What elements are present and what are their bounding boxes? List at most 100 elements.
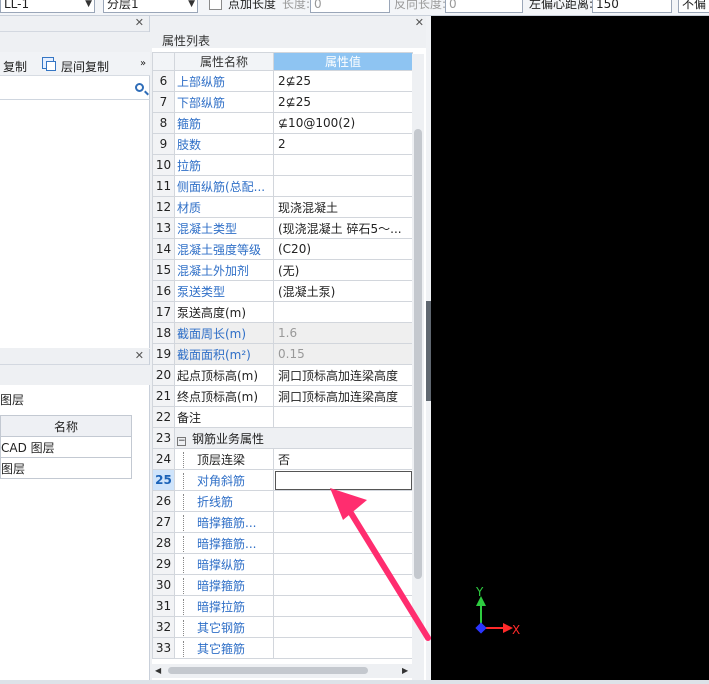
property-name: 起点顶标高(m) (174, 364, 274, 386)
layer-name-header: 名称 (0, 415, 132, 437)
scroll-thumb[interactable] (168, 667, 368, 674)
layer-select[interactable]: 分层1 ▼ (103, 0, 198, 13)
left-offset-label: 左偏心距离: (529, 0, 594, 11)
copy-button[interactable]: 复制 (3, 58, 27, 75)
row-number: 24 (152, 448, 175, 470)
property-panel: 属性列表 ✕ 属性名称 属性值 6 上部纵筋 2⊈25 7 下部纵筋 2⊈25 8 箍筋 ⊈… (152, 16, 430, 684)
element-select[interactable]: LL-1 ▼ (0, 0, 95, 13)
property-name-text: 暗撑箍筋 (197, 578, 246, 593)
scroll-right-icon[interactable]: ▶ (402, 666, 408, 675)
x-axis-label: X (512, 623, 520, 637)
property-value[interactable]: 2 (273, 133, 413, 155)
row-number: 13 (152, 217, 175, 239)
row-number: 17 (152, 301, 175, 323)
floor-copy-icon (42, 57, 56, 71)
property-name: 混凝土类型 (174, 217, 274, 239)
property-panel-header: 属性列表 ✕ (152, 16, 430, 48)
property-name-text: 暗撑拉筋 (197, 599, 246, 614)
property-value[interactable]: 洞口顶标高加连梁高度 (273, 385, 413, 407)
row-number-header (152, 52, 175, 71)
search-icon[interactable] (135, 83, 144, 92)
layer-panel-subheader (0, 365, 150, 385)
row-number: 9 (152, 133, 175, 155)
property-group-label: 钢筋业务属性 (192, 431, 265, 446)
layer-section-label: 图层 (0, 393, 25, 407)
property-name: 其它箍筋 (174, 637, 274, 659)
property-value[interactable]: 洞口顶标高加连梁高度 (273, 364, 413, 386)
close-icon[interactable]: ✕ (415, 16, 424, 29)
row-number-selected: 25 (152, 469, 175, 491)
property-value[interactable]: (混凝土泵) (273, 280, 413, 302)
property-name: 暗撑箍筋... (174, 511, 274, 533)
property-value[interactable]: 现浇混凝土 (273, 196, 413, 218)
property-name: 泵送类型 (174, 280, 274, 302)
row-number: 6 (152, 70, 175, 92)
property-name-text: 折线筋 (197, 494, 234, 509)
property-value[interactable] (273, 553, 413, 575)
reverse-length-label: 反向长度: (394, 0, 447, 11)
row-number: 28 (152, 532, 175, 554)
property-value[interactable] (273, 532, 413, 554)
property-value[interactable]: (现浇混凝土 碎石5～... (273, 217, 413, 239)
property-value[interactable] (273, 154, 413, 176)
add-length-checkbox[interactable] (209, 0, 222, 10)
property-value[interactable] (273, 301, 413, 323)
property-value[interactable]: (C20) (273, 238, 413, 260)
property-group-toggle[interactable]: − 钢筋业务属性 (174, 427, 413, 449)
row-number: 7 (152, 91, 175, 113)
row-number: 10 (152, 154, 175, 176)
property-value[interactable] (273, 574, 413, 596)
floor-copy-button[interactable]: 层间复制 (61, 58, 109, 75)
property-name: 下部纵筋 (174, 91, 274, 113)
row-number: 22 (152, 406, 175, 428)
toolbar: LL-1 ▼ 分层1 ▼ 点加长度 长度: 0 反向长度: 0 左偏心距离: 1… (0, 0, 709, 16)
scroll-left-icon[interactable]: ◀ (155, 666, 161, 675)
vertical-scrollbar[interactable] (412, 54, 424, 682)
chevron-down-icon: ▼ (188, 0, 195, 9)
copy-toolbar: 复制 层间复制 » (0, 52, 150, 76)
property-value[interactable] (273, 595, 413, 617)
property-value[interactable] (273, 511, 413, 533)
property-name: 材质 (174, 196, 274, 218)
property-name: 顶层连梁 (174, 448, 274, 470)
close-icon[interactable]: ✕ (135, 349, 144, 363)
property-value-header: 属性值 (273, 52, 413, 71)
layer-row[interactable]: 图层 (0, 457, 132, 479)
property-name: 暗撑箍筋 (174, 574, 274, 596)
reverse-length-input[interactable]: 0 (445, 0, 523, 13)
property-name: 暗撑拉筋 (174, 595, 274, 617)
scroll-thumb[interactable] (414, 129, 422, 579)
property-value[interactable] (273, 616, 413, 638)
row-number: 8 (152, 112, 175, 134)
property-value[interactable] (273, 175, 413, 197)
property-value[interactable] (273, 637, 413, 659)
property-value[interactable]: 2⊈25 (273, 91, 413, 113)
length-label: 长度: (282, 0, 311, 11)
left-search-field[interactable] (0, 80, 150, 100)
property-grid: 属性名称 属性值 6 上部纵筋 2⊈25 7 下部纵筋 2⊈25 8 箍筋 ⊈10@100(… (152, 52, 413, 659)
drawing-canvas[interactable]: Y X (431, 16, 709, 680)
close-icon[interactable]: ✕ (135, 16, 144, 30)
layer-select-value: 分层1 (107, 0, 139, 11)
length-input[interactable]: 0 (310, 0, 390, 13)
row-number: 26 (152, 490, 175, 512)
property-name: 侧面纵筋(总配... (174, 175, 274, 197)
property-value[interactable]: (无) (273, 259, 413, 281)
property-value[interactable] (273, 406, 413, 428)
left-offset-input[interactable]: 150 (592, 0, 672, 13)
row-number: 23 (152, 427, 175, 449)
property-value[interactable]: 否 (273, 448, 413, 470)
layer-row[interactable]: CAD 图层 (0, 436, 132, 458)
left-top-subheader (0, 32, 150, 52)
property-name-text: 暗撑箍筋... (197, 515, 257, 530)
property-value-editor[interactable] (273, 469, 413, 491)
offset-mode-select[interactable]: 不偏 (678, 0, 709, 13)
property-name: 截面周长(m) (174, 322, 274, 344)
property-value[interactable]: ⊈10@100(2) (273, 112, 413, 134)
more-icon[interactable]: » (140, 58, 146, 69)
collapse-icon[interactable]: − (177, 436, 186, 446)
property-value[interactable]: 2⊈25 (273, 70, 413, 92)
property-value[interactable] (273, 490, 413, 512)
horizontal-scrollbar[interactable]: ◀ ▶ (152, 664, 414, 678)
add-length-label: 点加长度 (228, 0, 277, 11)
